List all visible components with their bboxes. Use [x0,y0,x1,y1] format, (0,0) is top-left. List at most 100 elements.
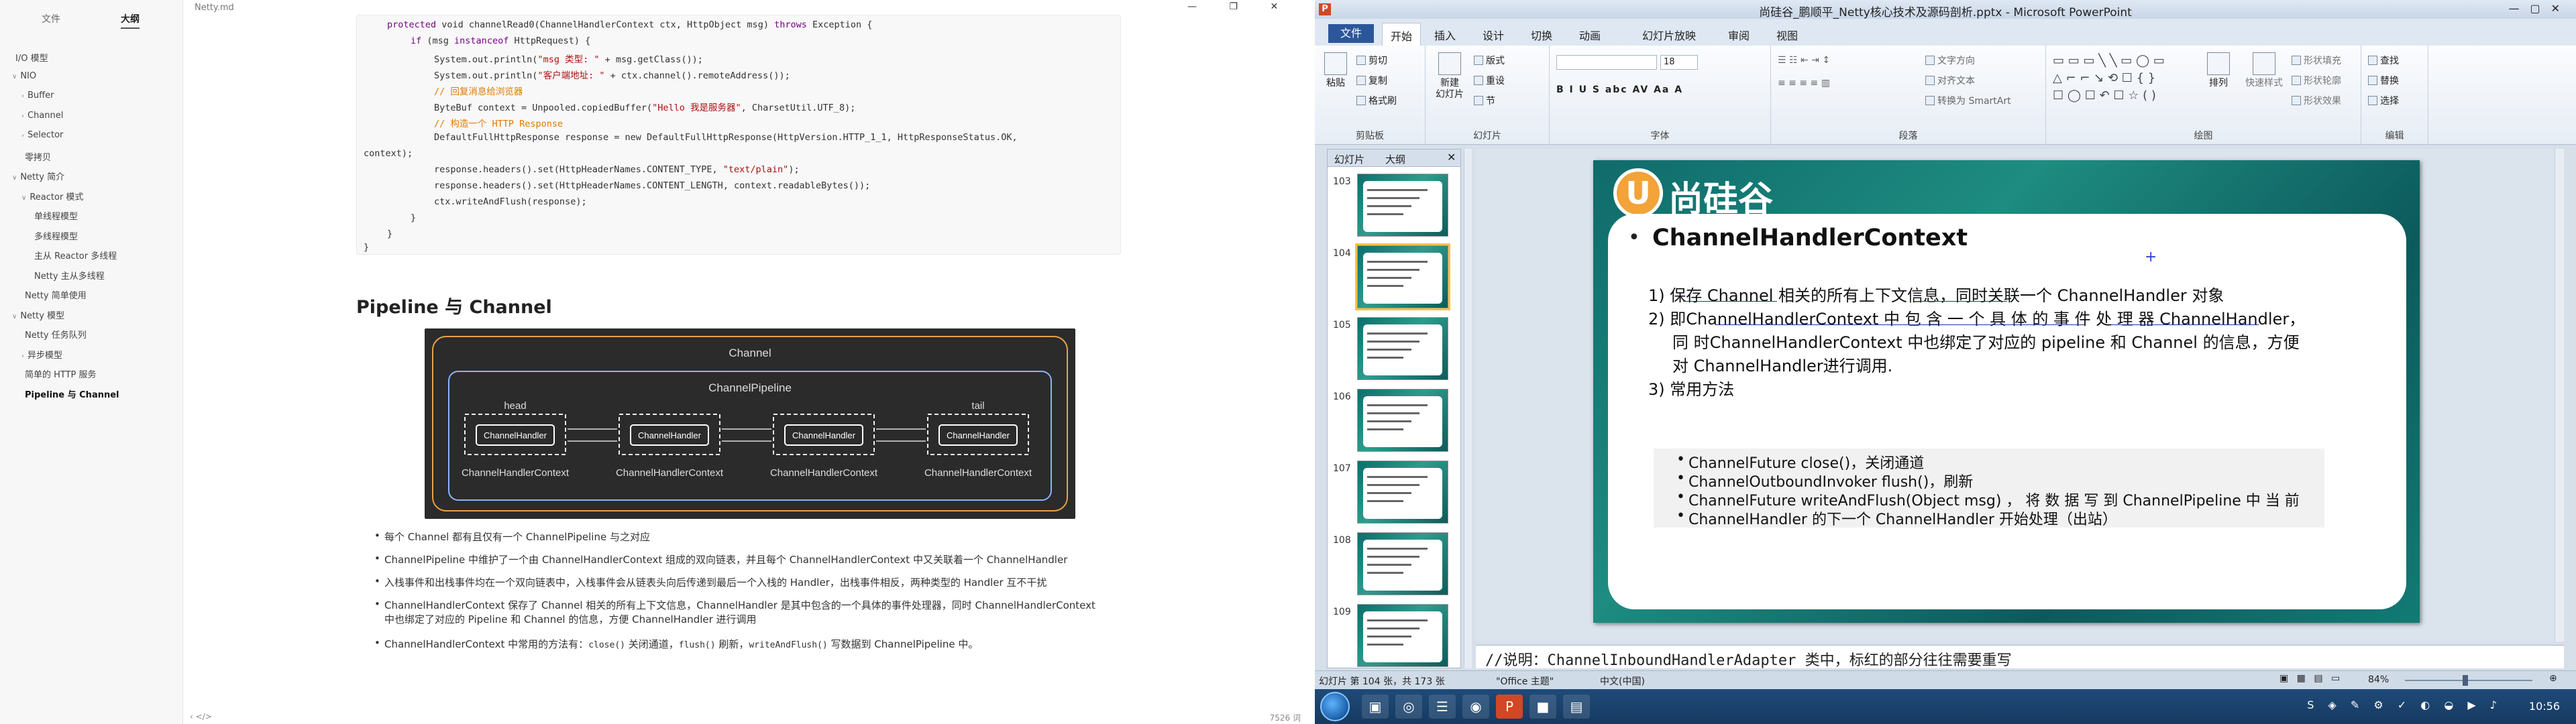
font-format-buttons[interactable]: B I U S abc AV Aa A [1556,84,1683,95]
font-name-box[interactable] [1556,55,1657,70]
shape-outline-button[interactable]: 形状轮廓 [2292,74,2341,87]
caret-icon[interactable]: ∨ [21,194,26,202]
outline-item[interactable]: › 异步模型 [21,348,62,361]
thumbnail-text-line [1367,269,1419,271]
slide[interactable]: U 尚硅谷 • ChannelHandlerContext + 1) 保存 Ch… [1593,160,2420,623]
language-status[interactable]: 中文(中国) [1600,674,1645,688]
taskbar-powerpoint-icon[interactable]: P [1496,695,1523,719]
font-size-box[interactable]: 18 [1660,55,1698,70]
caret-icon[interactable]: › [21,353,24,360]
shape-fill-button[interactable]: 形状填充 [2292,54,2341,67]
source-mode-toggle[interactable]: ‹ </> [190,712,212,721]
taskbar-app-icon[interactable]: ◎ [1395,695,1422,719]
pane-scrollbar[interactable] [1464,149,1472,668]
select-button[interactable]: 选择 [2368,94,2399,107]
quick-styles-button[interactable]: 快速样式 [2241,52,2288,89]
taskbar-app-icon[interactable]: ▤ [1563,695,1590,719]
close-icon[interactable]: ✕ [1447,151,1456,164]
slide-thumbnail[interactable] [1357,461,1448,524]
outline-item[interactable]: › Selector [21,130,63,140]
tab-transitions[interactable]: 切换 [1531,27,1552,43]
outline-item[interactable]: Netty 简单使用 [21,288,87,301]
outline-item[interactable]: Netty 任务队列 [21,328,87,341]
start-button[interactable] [1320,692,1350,721]
tab-outline[interactable]: 大纲 [121,12,140,29]
caret-icon[interactable]: ∨ [12,174,17,182]
code-token: "客户端地址: " [537,70,605,81]
tab-view[interactable]: 视图 [1776,27,1798,43]
window-controls[interactable]: —▢✕ [2508,2,2571,15]
outline-item[interactable]: Pipeline 与 Channel [21,387,119,400]
tab-review[interactable]: 审阅 [1728,27,1750,43]
cut-button[interactable]: 剪切 [1356,54,1387,67]
shapes-gallery[interactable]: ▭ ▭ ▭ ╲ ╲ ▭ ◯ ▭ △ ⌐ ⌐ ↘ ⟲ ☐ { } ☐ ◯ ☐ ↶ … [2053,52,2165,105]
format-painter-button[interactable]: 格式刷 [1356,94,1397,107]
caret-icon[interactable]: ∨ [12,313,17,320]
tab-file[interactable]: 文件 [1328,24,1374,43]
slide-thumbnail[interactable] [1357,389,1448,452]
code-token: Exception { [806,19,873,30]
copy-button[interactable]: 复制 [1356,74,1387,87]
outline-item[interactable]: ∨ Netty 简介 [12,170,64,182]
layout-button[interactable]: 版式 [1474,54,1505,67]
outline-item[interactable]: 多线程模型 [31,229,78,242]
tab-files[interactable]: 文件 [42,12,60,25]
tab-slides[interactable]: 幻灯片 [1334,152,1364,166]
new-slide-button[interactable]: 新建 幻灯片 [1432,52,1467,101]
tab-outline[interactable]: 大纲 [1385,152,1405,166]
taskbar-app-icon[interactable]: ☰ [1429,695,1456,719]
fit-icon[interactable]: ⊕ [2549,673,2557,684]
align-buttons[interactable]: ≡ ≡ ≡ ≡ ▥ [1778,78,1830,88]
tab-slideshow[interactable]: 幻灯片放映 [1642,27,1696,43]
outline-item[interactable]: Netty 主从多线程 [31,269,105,282]
outline-item[interactable]: ∨ Netty 模型 [12,308,64,321]
slide-thumbnail[interactable] [1357,317,1448,380]
taskbar-app-icon[interactable]: ■ [1529,695,1556,719]
tab-design[interactable]: 设计 [1483,27,1504,43]
caret-icon[interactable]: › [21,132,24,139]
arrange-button[interactable]: 排列 [2202,52,2235,89]
smartart-button[interactable]: 转换为 SmartArt [1925,94,2011,107]
tab-animations[interactable]: 动画 [1579,27,1601,43]
section-button[interactable]: 节 [1474,94,1495,107]
outline-item[interactable]: › Channel [21,111,63,121]
outline-item[interactable]: ∨ Reactor 模式 [21,190,83,202]
window-controls[interactable]: — ❐ ✕ [1187,1,1293,12]
code-block[interactable]: protected void channelRead0(ChannelHandl… [356,15,1121,255]
taskbar-app-icon[interactable]: ▣ [1362,695,1389,719]
slide-thumbnail[interactable] [1357,532,1448,595]
text-direction-button[interactable]: 文字方向 [1925,54,1975,67]
replace-button[interactable]: 替换 [2368,74,2399,87]
system-tray-icons[interactable]: S ◈ ✎ ⚙ ✓ ◐ ◒ ▶ ♪ [2307,699,2502,711]
editor-content[interactable]: protected void channelRead0(ChannelHandl… [183,12,1311,709]
outline-item[interactable]: 零拷贝 [21,150,51,163]
notes-pane[interactable]: //说明：ChannelInboundHandlerAdapter 类中，标红的… [1476,645,2564,669]
outline-item[interactable]: 主从 Reactor 多线程 [31,249,117,261]
editor-scrollbar[interactable] [2555,149,2564,642]
caret-icon[interactable]: › [21,113,24,120]
taskbar-app-icon[interactable]: ◉ [1462,695,1489,719]
zoom-slider[interactable] [2405,680,2532,681]
slide-thumbnail[interactable] [1357,174,1448,237]
outline-item[interactable]: 简单的 HTTP 服务 [21,367,97,380]
zoom-level[interactable]: 84% [2368,674,2389,685]
align-text-button[interactable]: 对齐文本 [1925,74,1975,87]
outline-item[interactable]: ∨ NIO [12,71,36,81]
find-button[interactable]: 查找 [2368,54,2399,67]
list-buttons[interactable]: ☰ ☷ ⇤ ⇥ ↕ [1778,55,1830,66]
tab-home[interactable]: 开始 [1382,23,1421,46]
tab-insert[interactable]: 插入 [1434,27,1456,43]
clock[interactable]: 10:56 [2529,700,2560,713]
caret-icon[interactable]: ∨ [12,73,17,80]
reset-button[interactable]: 重设 [1474,74,1505,87]
zoom-slider-thumb[interactable] [2463,675,2468,686]
slide-thumbnail[interactable] [1357,604,1448,667]
slide-thumbnail[interactable] [1355,243,1450,310]
outline-item[interactable]: › Buffer [21,90,54,101]
outline-item[interactable]: I/O 模型 [12,51,48,64]
paste-button[interactable]: 粘贴 [1320,52,1351,89]
outline-item[interactable]: 单线程模型 [31,209,78,222]
shape-effects-button[interactable]: 形状效果 [2292,94,2341,107]
view-buttons[interactable]: ▣ ▦ ▤ ▭ [2279,673,2343,684]
caret-icon[interactable]: › [21,93,24,100]
